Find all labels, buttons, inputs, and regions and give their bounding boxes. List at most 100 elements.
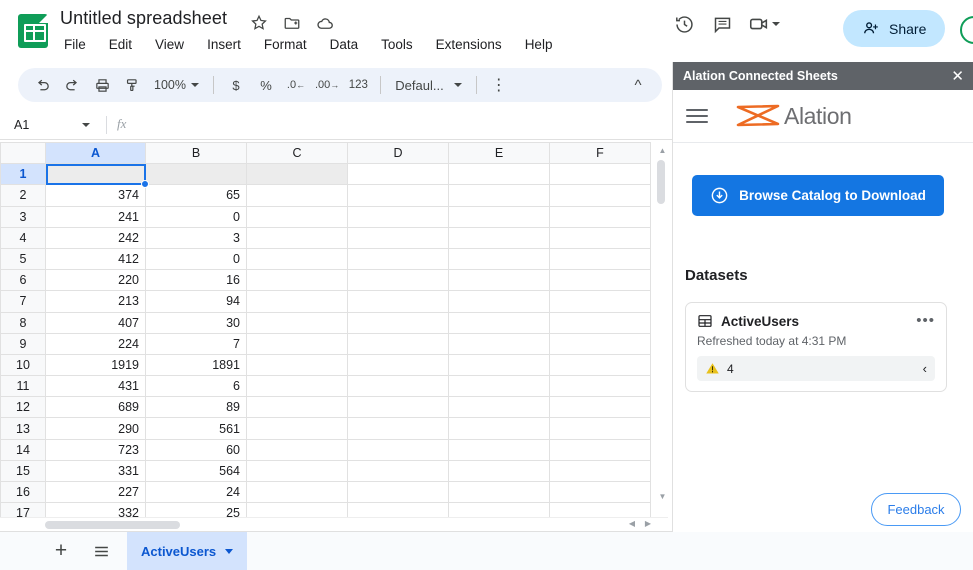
spreadsheet-grid[interactable]: A B C D E F 1 2 374 65 3 241 0 4 242 3 5 412 0 6 220 16… (0, 142, 668, 520)
cell-E3[interactable] (448, 205, 550, 228)
cell-F14[interactable] (549, 438, 651, 461)
cell-E8[interactable] (448, 311, 550, 334)
cell-C16[interactable] (246, 480, 348, 504)
cell-D7[interactable] (347, 290, 449, 313)
menu-tools[interactable]: Tools (377, 35, 417, 54)
cell-E7[interactable] (448, 290, 550, 313)
select-all-corner[interactable] (0, 142, 46, 165)
collapse-toolbar-button[interactable]: ^ (624, 72, 652, 98)
chevron-down-icon[interactable] (225, 548, 234, 554)
cell-A13[interactable]: 290 (45, 417, 146, 440)
cell-E6[interactable] (448, 269, 550, 292)
cell-E1[interactable] (448, 163, 550, 186)
redo-button[interactable] (58, 72, 86, 98)
horizontal-scrollbar[interactable] (0, 517, 668, 531)
menu-extensions[interactable]: Extensions (432, 35, 506, 54)
cell-D12[interactable] (347, 396, 449, 419)
row-header-8[interactable]: 8 (0, 311, 46, 334)
cell-C11[interactable] (246, 375, 348, 398)
cell-D4[interactable] (347, 226, 449, 249)
font-selector[interactable]: Defaul... (389, 72, 467, 98)
cell-A11[interactable]: 431 (45, 375, 146, 398)
video-camera-icon[interactable] (748, 13, 780, 35)
cell-A6[interactable]: 220 (45, 269, 146, 292)
cell-B9[interactable]: 7 (145, 332, 247, 355)
row-header-2[interactable]: 2 (0, 184, 46, 207)
cell-D10[interactable] (347, 353, 449, 377)
cell-F9[interactable] (549, 332, 651, 355)
cell-A16[interactable]: 227 (45, 480, 146, 504)
cell-C1[interactable] (246, 163, 348, 186)
cell-B8[interactable]: 30 (145, 311, 247, 334)
cell-C7[interactable] (246, 290, 348, 313)
column-header-c[interactable]: C (246, 142, 348, 165)
cell-F4[interactable] (549, 226, 651, 249)
cell-C4[interactable] (246, 226, 348, 249)
cell-C3[interactable] (246, 205, 348, 228)
cell-A1[interactable] (45, 163, 149, 189)
hamburger-menu-icon[interactable] (686, 109, 708, 123)
column-header-d[interactable]: D (347, 142, 449, 165)
cell-A14[interactable]: 723 (45, 438, 146, 461)
scroll-right-arrow[interactable]: ▶ (642, 519, 654, 529)
cell-B11[interactable]: 6 (145, 375, 247, 398)
cell-C14[interactable] (246, 438, 348, 461)
cell-C2[interactable] (246, 184, 348, 207)
number-format-button[interactable]: 123 (344, 72, 372, 98)
add-sheet-button[interactable]: + (44, 534, 78, 568)
paint-format-button[interactable] (118, 72, 146, 98)
cell-D15[interactable] (347, 459, 449, 483)
cell-B2[interactable]: 65 (145, 184, 247, 207)
cell-F11[interactable] (549, 375, 651, 398)
cell-F5[interactable] (549, 247, 651, 271)
name-box[interactable]: A1 (8, 114, 96, 136)
cell-A12[interactable]: 689 (45, 396, 146, 419)
cell-B4[interactable]: 3 (145, 226, 247, 249)
cell-B13[interactable]: 561 (145, 417, 247, 440)
column-header-a[interactable]: A (45, 142, 146, 165)
cell-C10[interactable] (246, 353, 348, 377)
cell-B1[interactable] (145, 163, 247, 186)
cell-F8[interactable] (549, 311, 651, 334)
percent-format-button[interactable]: % (252, 72, 280, 98)
cell-C8[interactable] (246, 311, 348, 334)
horizontal-scroll-thumb[interactable] (45, 521, 180, 529)
cell-B16[interactable]: 24 (145, 480, 247, 504)
cell-B7[interactable]: 94 (145, 290, 247, 313)
scroll-up-arrow[interactable]: ▲ (657, 146, 668, 157)
vertical-scroll-thumb[interactable] (657, 160, 665, 204)
cell-B5[interactable]: 0 (145, 247, 247, 271)
cell-F15[interactable] (549, 459, 651, 483)
cell-A5[interactable]: 412 (45, 247, 146, 271)
cell-E12[interactable] (448, 396, 550, 419)
cell-F6[interactable] (549, 269, 651, 292)
close-icon[interactable]: ✕ (951, 69, 964, 84)
row-header-12[interactable]: 12 (0, 396, 46, 419)
cell-C13[interactable] (246, 417, 348, 440)
cell-A2[interactable]: 374 (45, 184, 146, 207)
cell-E5[interactable] (448, 247, 550, 271)
cell-C15[interactable] (246, 459, 348, 483)
menu-format[interactable]: Format (260, 35, 311, 54)
cell-B3[interactable]: 0 (145, 205, 247, 228)
cell-C5[interactable] (246, 247, 348, 271)
cell-B15[interactable]: 564 (145, 459, 247, 483)
decrease-decimal-button[interactable]: .0 ← (282, 72, 310, 98)
chevron-left-icon[interactable]: ‹ (923, 361, 927, 376)
cell-F12[interactable] (549, 396, 651, 419)
avatar[interactable] (960, 16, 973, 44)
cell-D2[interactable] (347, 184, 449, 207)
cell-A7[interactable]: 213 (45, 290, 146, 313)
row-header-7[interactable]: 7 (0, 290, 46, 313)
comment-icon[interactable] (710, 12, 734, 36)
cell-F2[interactable] (549, 184, 651, 207)
row-header-13[interactable]: 13 (0, 417, 46, 440)
cell-D9[interactable] (347, 332, 449, 355)
vertical-scrollbar[interactable] (655, 160, 667, 490)
column-header-b[interactable]: B (145, 142, 247, 165)
cell-C6[interactable] (246, 269, 348, 292)
cell-E4[interactable] (448, 226, 550, 249)
currency-format-button[interactable]: $ (222, 72, 250, 98)
cell-A3[interactable]: 241 (45, 205, 146, 228)
dataset-card[interactable]: ActiveUsers ••• Refreshed today at 4:31 … (685, 302, 947, 392)
